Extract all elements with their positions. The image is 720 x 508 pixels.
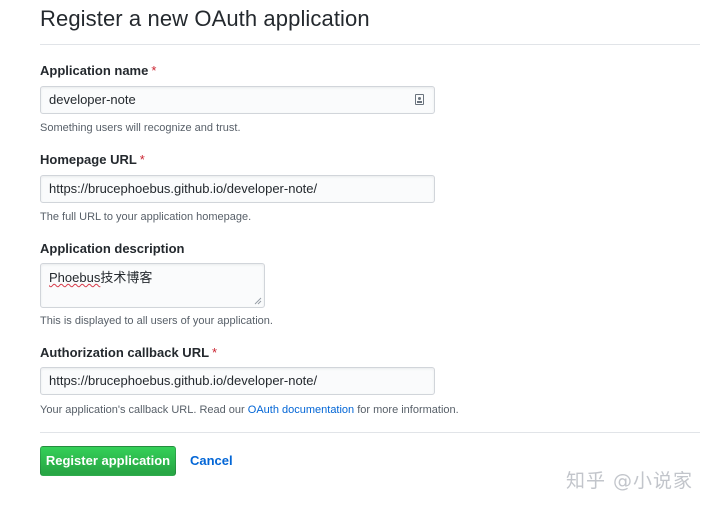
description-value-rest: 技术博客	[100, 270, 153, 285]
homepage-url-label-text: Homepage URL	[40, 152, 137, 167]
callback-url-value: https://brucephoebus.github.io/developer…	[49, 373, 318, 388]
required-mark: *	[139, 152, 145, 167]
app-name-label-text: Application name	[40, 63, 149, 78]
callback-url-label-text: Authorization callback URL	[40, 345, 210, 360]
title-divider	[40, 44, 700, 45]
homepage-url-label: Homepage URL *	[40, 152, 145, 167]
actions-divider	[40, 432, 700, 433]
description-textarea[interactable]: Phoebus技术博客	[40, 263, 265, 308]
description-hint: This is displayed to all users of your a…	[40, 315, 273, 327]
callback-url-hint-before: Your application's callback URL. Read ou…	[40, 404, 248, 416]
callback-url-hint-after: for more information.	[354, 404, 459, 416]
contact-card-icon[interactable]	[415, 94, 424, 105]
description-value-underlined: Phoebus	[49, 270, 101, 285]
callback-url-input[interactable]: https://brucephoebus.github.io/developer…	[40, 367, 435, 395]
app-name-input[interactable]: developer-note	[40, 86, 435, 114]
app-name-label: Application name *	[40, 63, 156, 78]
watermark: 知乎 @小说家	[566, 470, 694, 492]
required-mark: *	[151, 63, 157, 78]
resize-grip-icon[interactable]	[254, 297, 262, 305]
oauth-documentation-link[interactable]: OAuth documentation	[248, 404, 354, 416]
app-name-value: developer-note	[49, 92, 136, 107]
callback-url-label: Authorization callback URL *	[40, 345, 217, 360]
callback-url-hint: Your application's callback URL. Read ou…	[40, 404, 459, 416]
register-application-button[interactable]: Register application	[40, 446, 176, 476]
cancel-button[interactable]: Cancel	[190, 453, 233, 468]
oauth-register-page: Register a new OAuth application Applica…	[0, 0, 720, 508]
homepage-url-hint: The full URL to your application homepag…	[40, 211, 252, 223]
page-title: Register a new OAuth application	[40, 6, 370, 31]
required-mark: *	[212, 345, 218, 360]
app-name-hint: Something users will recognize and trust…	[40, 122, 241, 134]
homepage-url-value: https://brucephoebus.github.io/developer…	[49, 181, 318, 196]
description-label: Application description	[40, 241, 185, 256]
homepage-url-input[interactable]: https://brucephoebus.github.io/developer…	[40, 175, 435, 203]
